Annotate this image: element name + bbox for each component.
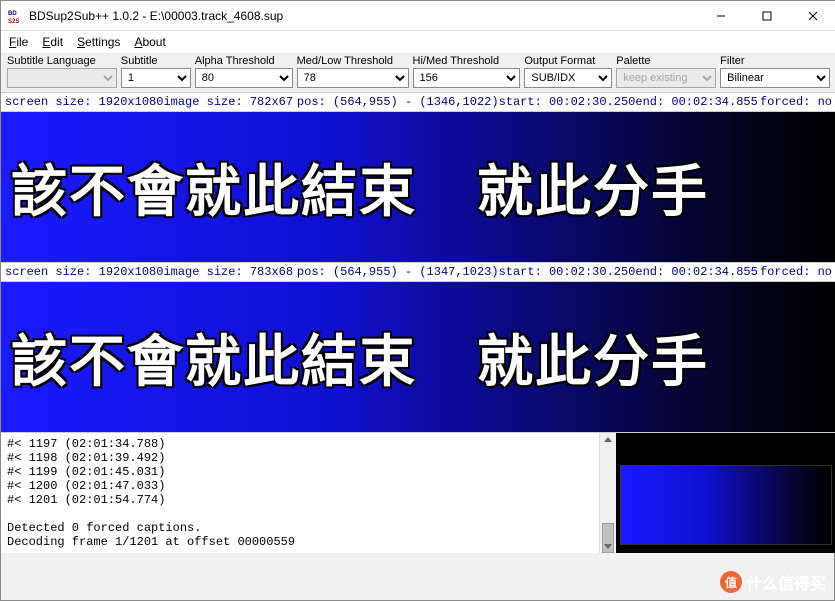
label-medlow-threshold: Med/Low Threshold (297, 55, 409, 67)
preview-source: 該不會就此結束就此分手 (1, 112, 835, 262)
minimize-button[interactable] (698, 1, 744, 31)
menu-about[interactable]: About (134, 35, 165, 49)
select-medlow-threshold[interactable]: 78 (297, 68, 409, 88)
close-button[interactable] (790, 1, 835, 31)
thumbnail-panel (616, 433, 835, 553)
info2-image-size: image size: 783x68 (163, 265, 296, 279)
thumbnail-preview (620, 465, 832, 545)
info1-image-size: image size: 782x67 (163, 95, 296, 109)
menu-settings[interactable]: Settings (77, 35, 120, 49)
info-line-2: screen size: 1920x1080 image size: 783x6… (1, 262, 835, 282)
toolbar: Subtitle Language Subtitle 1 Alpha Thres… (1, 53, 835, 92)
info2-pos: pos: (564,955) - (1347,1023) (297, 265, 499, 279)
scrollbar-thumb[interactable] (602, 523, 614, 553)
label-subtitle-language: Subtitle Language (7, 55, 117, 67)
label-alpha-threshold: Alpha Threshold (195, 55, 293, 67)
label-palette: Palette (616, 55, 716, 67)
watermark-text: 什么值得买 (746, 570, 826, 594)
info1-screen-size: screen size: 1920x1080 (5, 95, 163, 109)
label-himed-threshold: Hi/Med Threshold (413, 55, 521, 67)
select-himed-threshold[interactable]: 156 (413, 68, 521, 88)
info1-forced: forced: no (760, 95, 832, 109)
info1-end: end: 00:02:34.855 (635, 95, 760, 109)
bottom-panel: #< 1197 (02:01:34.788) #< 1198 (02:01:39… (1, 432, 835, 553)
subtitle-text-source: 該不會就此結束就此分手 (11, 147, 709, 228)
select-output-format[interactable]: SUB/IDX (524, 68, 612, 88)
info2-forced: forced: no (760, 265, 832, 279)
svg-text:S2S: S2S (8, 19, 19, 24)
watermark: 值 什么值得买 (720, 570, 826, 594)
subtitle-text-target: 該不會就此結束就此分手 (11, 317, 709, 398)
log-scrollbar[interactable] (599, 433, 616, 553)
select-filter[interactable]: Bilinear (720, 68, 830, 88)
info2-screen-size: screen size: 1920x1080 (5, 265, 163, 279)
maximize-button[interactable] (744, 1, 790, 31)
label-output-format: Output Format (524, 55, 612, 67)
select-alpha-threshold[interactable]: 80 (195, 68, 293, 88)
info-line-1: screen size: 1920x1080 image size: 782x6… (1, 92, 835, 112)
app-icon: BD S2S (7, 8, 23, 24)
select-palette: keep existing (616, 68, 716, 88)
log-panel[interactable]: #< 1197 (02:01:34.788) #< 1198 (02:01:39… (1, 433, 599, 553)
info1-start: start: 00:02:30.250 (499, 95, 636, 109)
titlebar: BD S2S BDSup2Sub++ 1.0.2 - E:\00003.track… (1, 1, 835, 31)
window-title: BDSup2Sub++ 1.0.2 - E:\00003.track_4608.… (29, 9, 698, 23)
menu-file[interactable]: File (9, 35, 28, 49)
svg-text:BD: BD (8, 11, 17, 17)
info2-end: end: 00:02:34.855 (635, 265, 760, 279)
select-subtitle[interactable]: 1 (121, 68, 191, 88)
info2-start: start: 00:02:30.250 (499, 265, 636, 279)
label-filter: Filter (720, 55, 830, 67)
info1-pos: pos: (564,955) - (1346,1022) (297, 95, 499, 109)
watermark-badge: 值 (720, 571, 742, 593)
label-subtitle: Subtitle (121, 55, 191, 67)
select-subtitle-language (7, 68, 117, 88)
menu-edit[interactable]: Edit (42, 35, 63, 49)
preview-target: 該不會就此結束就此分手 (1, 282, 835, 432)
menubar: File Edit Settings About (1, 31, 835, 53)
